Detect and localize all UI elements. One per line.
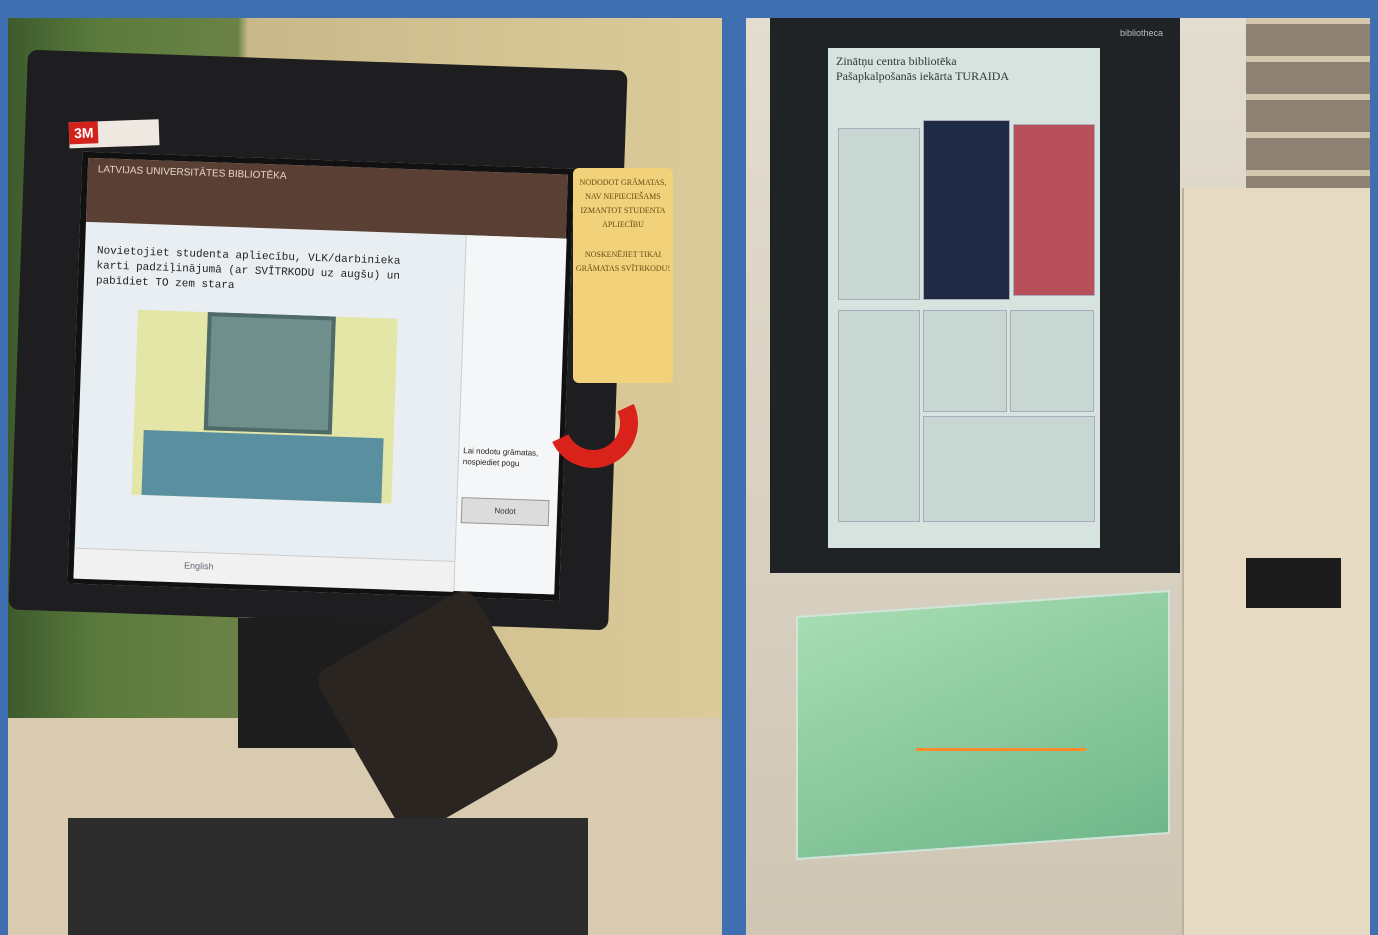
borrow-tile-icon[interactable] — [923, 310, 1007, 412]
screen-header: LATVIJAS UNIVERSITĀTES BIBLIOTĒKA — [85, 157, 568, 239]
instruction-text: Novietojiet studenta apliecību, VLK/darb… — [95, 245, 401, 293]
3m-logo: 3M — [68, 119, 160, 149]
return-button[interactable]: Nodot — [460, 497, 550, 527]
kiosk-screen: LATVIJAS UNIVERSITĀTES BIBLIOTĒKA Noviet… — [67, 151, 575, 601]
language-button[interactable]: English — [184, 560, 214, 571]
library-title: LATVIJAS UNIVERSITĀTES BIBLIOTĒKA — [97, 164, 287, 182]
kiosk-touchscreen: Zinātņu centra bibliotēka Pašapkalpošanā… — [828, 48, 1100, 548]
receipt-slot — [1246, 558, 1341, 608]
scanner-illustration — [131, 309, 398, 504]
monitor-illustration-icon — [203, 312, 336, 435]
apple-menu-tile-icon[interactable] — [838, 310, 920, 522]
kiosk-header: Zinātņu centra bibliotēka Pašapkalpošanā… — [836, 54, 1096, 84]
book-cover-2[interactable] — [923, 120, 1010, 300]
return-prompt: Lai nodotu grāmatas, nospiediet pogu — [462, 446, 539, 469]
return-tile-icon[interactable] — [1010, 310, 1094, 412]
bookshelf — [1246, 18, 1370, 198]
library-name: Zinātņu centra bibliotēka — [836, 54, 957, 68]
instruction-sticky-note: NODODOT GRĀMATAS, NAV NEPIECIEŠAMS IZMAN… — [573, 168, 673, 383]
glass-book-shelf — [796, 589, 1170, 861]
account-info-tile-icon[interactable] — [923, 416, 1095, 522]
note-text-2: NOSKENĒJIET TIKAI GRĀMATAS SVĪTRKODU! — [575, 250, 671, 273]
bibliotheca-logo: bibliotheca — [1120, 28, 1164, 38]
left-photo-panel: 3M LATVIJAS UNIVERSITĀTES BIBLIOTĒKA Nov… — [8, 18, 722, 935]
screen-footer: English — [73, 547, 455, 592]
book-cover-3[interactable] — [1013, 124, 1095, 296]
book-pad — [68, 818, 588, 935]
note-text-1: NODODOT GRĀMATAS, NAV NEPIECIEŠAMS IZMAN… — [579, 178, 667, 229]
card-tray-illustration-icon — [141, 429, 384, 504]
self-checkout-monitor: 3M LATVIJAS UNIVERSITĀTES BIBLIOTĒKA Nov… — [8, 49, 628, 631]
right-photo-panel: bibliotheca Zinātņu centra bibliotēka Pa… — [746, 18, 1370, 935]
book-cover-1[interactable] — [838, 128, 920, 300]
scanner-laser-line — [916, 748, 1086, 751]
device-name: Pašapkalpošanās iekārta TURAIDA — [836, 69, 1010, 83]
bibliotheca-kiosk: bibliotheca Zinātņu centra bibliotēka Pa… — [770, 18, 1180, 573]
